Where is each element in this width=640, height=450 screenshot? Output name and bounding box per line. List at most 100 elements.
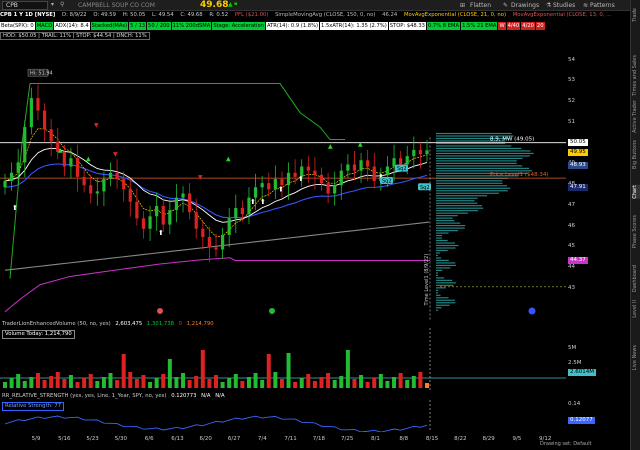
volume-chart[interactable] xyxy=(0,328,566,390)
price-axis-tick: 46 xyxy=(568,222,575,229)
sidebar-tab-trade[interactable]: Trade xyxy=(632,8,640,22)
studies-icon[interactable]: ⚗ xyxy=(546,2,551,9)
relative-strength-line xyxy=(4,415,428,432)
study-label[interactable]: 0.7% 8 EMA xyxy=(426,22,461,30)
volume-profile-bar xyxy=(436,269,443,272)
price-change-icon: ▪ xyxy=(234,1,238,7)
sidebar-tab-level-ii[interactable]: Level II xyxy=(632,300,640,318)
drawing-set-status[interactable]: Drawing set: Default xyxy=(540,441,592,447)
volume-profile-bar xyxy=(436,147,522,150)
right-sidebar: Trade Times and Sales Active Trader Big But… xyxy=(630,0,640,450)
price-chart[interactable]: 8.9, MW (49.05) Price Level1 ($48.34) ⬆ ⬆ ⬆ ⬆… xyxy=(0,40,566,320)
study-label[interactable]: ADX(14): 8.4 xyxy=(54,22,90,30)
study-label[interactable]: Stage: Acceleration xyxy=(212,22,265,30)
volume-bar xyxy=(398,373,403,388)
volume-bar xyxy=(161,374,166,388)
volume-study-value-4: 1,214,790 xyxy=(186,321,214,327)
price-axis-tick: 45 xyxy=(568,243,575,250)
candle-body xyxy=(135,201,139,219)
candle-body xyxy=(399,158,403,165)
volume-bar xyxy=(425,383,429,388)
patterns-button[interactable]: Patterns xyxy=(590,2,615,9)
sidebar-tab-chart[interactable]: Chart xyxy=(632,185,640,199)
candle-body xyxy=(29,98,33,128)
volume-profile-bar xyxy=(436,167,530,169)
date-axis-tick: 8/15 xyxy=(426,436,439,442)
study-label[interactable]: ATR(14): 0.9 (1.8%) xyxy=(265,22,320,30)
sidebar-tab-big-buttons[interactable]: Big Buttons xyxy=(632,140,640,169)
candle-body xyxy=(253,187,258,198)
volume-profile-bar xyxy=(436,185,507,187)
volume-bar xyxy=(326,373,331,388)
study-label[interactable]: 1.5xATR(14): 1.35 (2.7%) xyxy=(320,22,388,30)
volume-bar xyxy=(167,359,172,388)
sidebar-tab-phase-scores[interactable]: Phase Scores xyxy=(632,215,640,248)
candle-body xyxy=(220,234,225,250)
squeeze-bubble-label: Sq2 xyxy=(397,166,407,172)
volume-profile-bar xyxy=(436,190,508,192)
volume-profile-bar xyxy=(436,217,453,219)
study-label[interactable]: MACD xyxy=(35,22,54,30)
study-label[interactable]: 5 / 13 xyxy=(129,22,147,30)
volume-bar xyxy=(22,381,27,388)
volume-bar xyxy=(392,377,397,388)
patterns-icon[interactable]: ≋ xyxy=(583,2,588,9)
study-label[interactable]: Stacked(MAs) xyxy=(90,22,129,30)
volume-profile-bar xyxy=(436,220,455,222)
volume-profile-bar xyxy=(436,249,448,252)
signal-caret-icon: ▲ xyxy=(58,147,63,154)
pencil-icon[interactable]: ✎ xyxy=(503,2,508,9)
candle-body xyxy=(260,183,264,188)
sidebar-tab-times-and-sales[interactable]: Times and Sales xyxy=(632,55,640,96)
volume-profile-bar xyxy=(436,132,512,135)
volume-profile-bar xyxy=(436,229,459,232)
volume-profile-bar xyxy=(436,257,442,259)
volume-profile-bar xyxy=(436,244,459,247)
study-label[interactable]: 11% 200dSMA xyxy=(171,22,212,30)
volume-bar xyxy=(378,374,383,388)
study-label[interactable]: 50 / 200 xyxy=(147,22,171,30)
volume-profile-bar xyxy=(436,192,499,194)
studies-button[interactable]: Studies xyxy=(553,2,575,9)
date-axis[interactable]: 5/9 5/16 5/23 5/30 6/6 6/13 6/20 6/27 7/4 7/11 7/1… xyxy=(0,432,566,442)
rs-study-header: RR_RELATIVE_STRENGTH (yes, yes, Line, 1_… xyxy=(2,393,225,399)
volume-bar xyxy=(62,379,67,388)
date-axis-tick: 8/1 xyxy=(371,436,380,442)
volume-profile-bar xyxy=(436,284,454,286)
sidebar-tab-live-news[interactable]: Live News xyxy=(632,345,640,370)
flatten-button[interactable]: Flatten xyxy=(470,2,491,9)
study-label[interactable]: W xyxy=(498,22,506,30)
study-label[interactable]: 20 xyxy=(535,22,545,30)
symbol-input[interactable]: CPB xyxy=(2,1,48,10)
price-level-label: Price Level1 ($48.34) xyxy=(490,172,548,178)
symbol-dropdown-icon[interactable]: ▾ xyxy=(51,1,54,8)
signal-caret-icon: ▲ xyxy=(86,155,91,162)
link-icon[interactable]: ⚲ xyxy=(60,1,64,8)
volume-profile-bar xyxy=(436,267,451,269)
relative-strength-chart[interactable] xyxy=(0,400,566,432)
study-label[interactable]: 1.5% 21 EMA xyxy=(461,22,498,30)
drawings-button[interactable]: Drawings xyxy=(511,2,539,9)
candle-body xyxy=(326,183,330,194)
volume-profile-bar xyxy=(436,237,442,239)
candle-body xyxy=(115,172,119,179)
study-label[interactable]: STOP: $48.33 xyxy=(388,22,426,30)
volume-profile-bar xyxy=(436,202,478,204)
price-axis-badge: 47.91 xyxy=(568,183,588,191)
candle-body xyxy=(405,156,409,165)
study-label[interactable]: 4/20 xyxy=(521,22,535,30)
price-axis[interactable]: 43444546474849505152535450.0549.9548.934… xyxy=(568,40,630,320)
study-label[interactable]: Beta(SPX): 0 xyxy=(0,22,35,30)
volume-bar xyxy=(115,380,120,388)
sidebar-tab-active-trader[interactable]: Active Trader xyxy=(632,100,640,133)
volume-bar xyxy=(345,350,350,388)
volume-bar xyxy=(418,372,423,388)
study-label[interactable]: 4/40 xyxy=(506,22,521,30)
sidebar-tab-dashboard[interactable]: Dashboard xyxy=(632,265,640,292)
volume-profile-bar xyxy=(436,297,449,299)
flatten-icon[interactable]: ⊞ xyxy=(460,2,465,9)
candle-body xyxy=(194,212,198,229)
volume-axis-mid: 2.5M xyxy=(568,360,582,366)
volume-bar xyxy=(220,382,225,388)
price-axis-tick: 51 xyxy=(568,118,575,125)
